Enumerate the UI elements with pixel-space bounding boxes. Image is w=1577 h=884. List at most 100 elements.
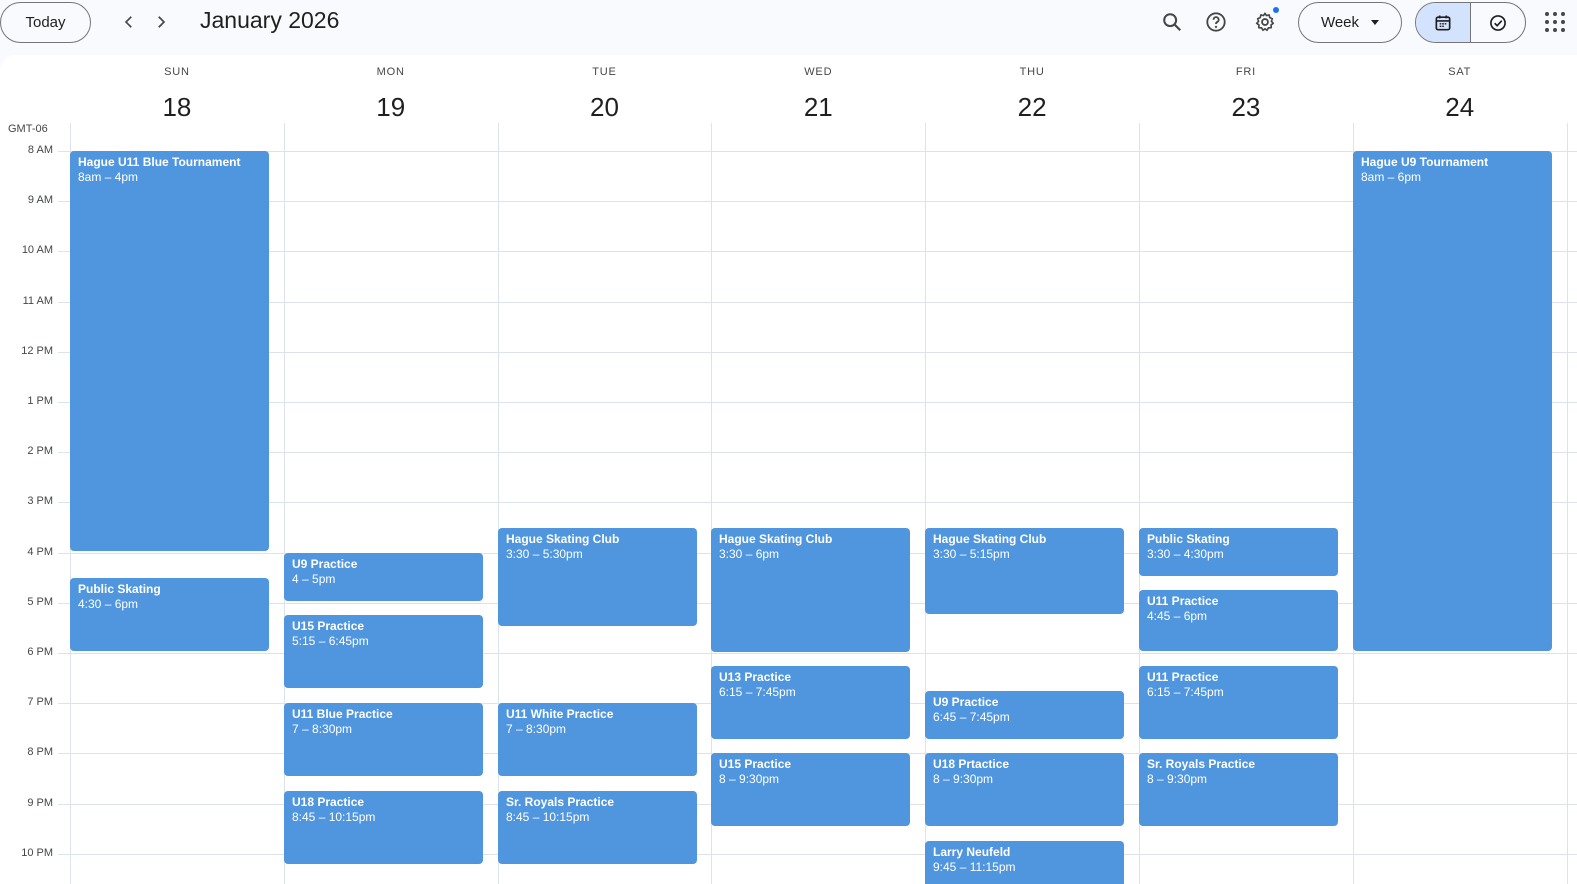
event-title: U11 Blue Practice [292,707,393,721]
calendar-event[interactable]: U13 Practice 6:15 – 7:45pm [711,666,910,739]
day-number[interactable]: 18 [70,92,284,123]
event-title: U13 Practice [719,670,792,684]
hour-label: 8 AM [27,144,53,156]
event-title: Sr. Royals Practice [506,795,615,809]
event-time: 6:45 – 7:45pm [933,710,1010,724]
event-title: U9 Practice [292,557,358,571]
calendar-event[interactable]: U11 Practice 6:15 – 7:45pm [1139,666,1338,739]
month-title: January 2026 [200,7,340,33]
today-button[interactable]: Today [0,2,91,43]
day-name: SUN [164,66,190,78]
hour-label: 12 PM [21,345,53,357]
hour-gridline [58,502,1577,503]
day-header-wed[interactable]: WED 21 [711,55,925,145]
calendar-event[interactable]: Hague Skating Club 3:30 – 5:30pm [498,528,697,626]
week-grid: GMT-06 SUN 18 MON 19 TUE 20 WED 21 THU 22 FRI 23 SAT… [0,55,1577,884]
hour-label: 7 PM [27,696,53,708]
event-time: 3:30 – 5:30pm [506,547,583,561]
tasks-check-icon [1489,14,1506,31]
event-time: 8 – 9:30pm [933,772,994,786]
calendar-event[interactable]: U15 Practice 5:15 – 6:45pm [284,615,483,688]
event-time: 8:45 – 10:15pm [506,810,590,824]
event-time: 4:30 – 6pm [78,597,139,611]
event-time: 3:30 – 6pm [719,547,780,561]
day-header-sat[interactable]: SAT 24 [1353,55,1567,145]
hour-gridline [58,201,1577,202]
day-number[interactable]: 24 [1353,92,1567,123]
calendar-event[interactable]: Hague Skating Club 3:30 – 6pm [711,528,910,652]
day-header-tue[interactable]: TUE 20 [498,55,712,145]
calendar-event[interactable]: Public Skating 4:30 – 6pm [70,578,269,651]
settings-button[interactable] [1248,5,1282,39]
calendar-event[interactable]: U11 Practice 4:45 – 6pm [1139,590,1338,651]
view-mode-toggle [1415,2,1526,43]
event-title: Hague U9 Tournament [1361,155,1489,169]
tasks-view-button[interactable] [1471,3,1526,42]
event-time: 3:30 – 5:15pm [933,547,1010,561]
event-title: Hague Skating Club [933,532,1047,546]
calendar-event[interactable]: U18 Practice 8:45 – 10:15pm [284,791,483,864]
hour-label: 8 PM [27,746,53,758]
next-week-button[interactable] [146,7,176,37]
day-number[interactable]: 19 [284,92,498,123]
hour-label: 10 PM [21,847,53,859]
hour-label: 9 PM [27,797,53,809]
event-time: 7 – 8:30pm [292,722,353,736]
caret-down-icon [1371,20,1380,25]
event-time: 8 – 9:30pm [1147,772,1208,786]
hour-gridline [58,402,1577,403]
event-time: 6:15 – 7:45pm [719,685,796,699]
event-title: U15 Practice [292,619,365,633]
event-title: U9 Practice [933,695,999,709]
calendar-view-button[interactable] [1416,3,1471,42]
calendar-event[interactable]: U15 Practice 8 – 9:30pm [711,753,910,826]
help-button[interactable] [1199,5,1233,39]
hour-gridline [58,452,1577,453]
calendar-event[interactable]: Larry Neufeld 9:45 – 11:15pm [925,841,1124,884]
calendar-event[interactable]: Sr. Royals Practice 8:45 – 10:15pm [498,791,697,864]
calendar-event[interactable]: Sr. Royals Practice 8 – 9:30pm [1139,753,1338,826]
event-title: U11 Practice [1147,594,1219,608]
calendar-event[interactable]: U11 Blue Practice 7 – 8:30pm [284,703,483,776]
hour-gridline [58,251,1577,252]
view-select-label: Week [1320,14,1360,31]
search-icon [1163,13,1182,32]
day-name: THU [1019,66,1045,78]
calendar-event[interactable]: U9 Practice 4 – 5pm [284,553,483,601]
day-header-fri[interactable]: FRI 23 [1139,55,1353,145]
hour-label: 5 PM [27,596,53,608]
hour-label: 6 PM [27,646,53,658]
event-time: 4 – 5pm [292,572,336,586]
chevron-left-icon [124,16,132,28]
hour-label: 11 AM [22,295,53,307]
day-header-mon[interactable]: MON 19 [284,55,498,145]
day-header-thu[interactable]: THU 22 [925,55,1139,145]
day-number[interactable]: 21 [711,92,925,123]
calendar-event[interactable]: U18 Prtactice 8 – 9:30pm [925,753,1124,826]
hour-gridline [58,352,1577,353]
calendar-event[interactable]: U11 White Practice 7 – 8:30pm [498,703,697,776]
calendar-event[interactable]: Public Skating 3:30 – 4:30pm [1139,528,1338,576]
day-number[interactable]: 22 [925,92,1139,123]
calendar-event[interactable]: Hague U11 Blue Tournament 8am – 4pm [70,151,269,551]
calendar-event[interactable]: Hague Skating Club 3:30 – 5:15pm [925,528,1124,614]
event-title: Public Skating [78,582,161,596]
calendar-event[interactable]: Hague U9 Tournament 8am – 6pm [1353,151,1552,651]
event-title: Public Skating [1147,532,1230,546]
view-select[interactable]: Week [1298,2,1402,43]
hour-label: 2 PM [27,445,53,457]
calendar-event[interactable]: U9 Practice 6:45 – 7:45pm [925,691,1124,739]
event-title: U18 Practice [292,795,365,809]
search-button[interactable] [1155,5,1189,39]
day-header-sun[interactable]: SUN 18 [70,55,284,145]
event-time: 8am – 4pm [78,170,139,184]
event-title: U18 Prtactice [933,757,1010,771]
day-number[interactable]: 20 [498,92,712,123]
hour-gridline [58,302,1577,303]
event-title: U11 Practice [1147,670,1219,684]
previous-week-button[interactable] [114,7,144,37]
hour-label: 3 PM [27,495,53,507]
event-title: Hague Skating Club [506,532,620,546]
apps-grid-icon[interactable] [1542,9,1568,35]
day-number[interactable]: 23 [1139,92,1353,123]
